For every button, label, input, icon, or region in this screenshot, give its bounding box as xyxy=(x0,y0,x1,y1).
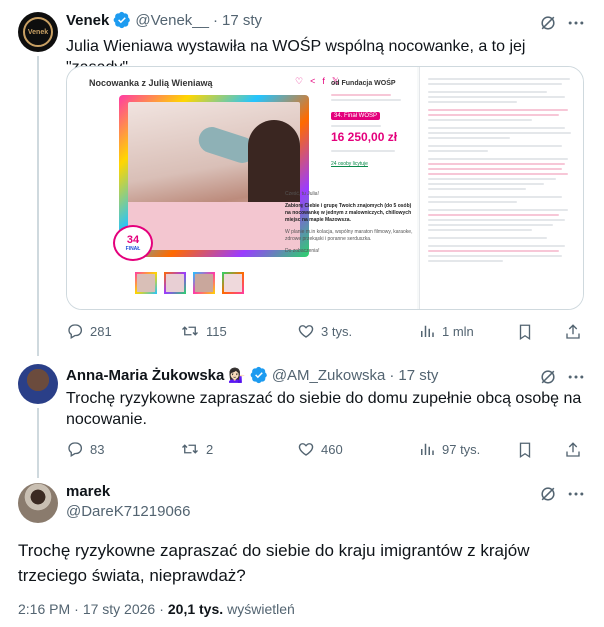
venek-logo-text: Venek xyxy=(27,28,49,36)
author-handle[interactable]: @Venek__ xyxy=(135,12,209,29)
more-options-icon[interactable] xyxy=(565,483,587,505)
photo-frame: 34 FINAŁ xyxy=(113,95,309,261)
verified-badge-icon xyxy=(114,11,131,29)
farewell: Do zobaczenia! xyxy=(285,248,320,254)
avatar-zukowska[interactable] xyxy=(18,364,58,404)
author-name[interactable]: Venek xyxy=(66,12,109,29)
reply-button[interactable]: 83 xyxy=(66,440,104,458)
thumbnail-strip xyxy=(135,272,244,294)
views-label: wyświetleń xyxy=(227,601,295,617)
author-handle[interactable]: @DareK71219066 xyxy=(66,503,190,520)
fundraiser-box: od Fundacja WOŚP 34. Finał WOŚP 16 250,0… xyxy=(331,79,413,169)
views-button[interactable]: 1 mln xyxy=(418,322,474,340)
media-card[interactable]: Nocowanka z Julią Wieniawą ♡ < f 𝕏 34 FI… xyxy=(66,66,584,310)
reply-icon xyxy=(68,442,83,457)
thread-line xyxy=(37,408,39,478)
thumbnail-2[interactable] xyxy=(164,272,186,294)
share-icon[interactable] xyxy=(562,439,584,461)
bidders-link[interactable]: 24 osoby licytuje xyxy=(331,160,413,169)
wosp-logo-number: 34 xyxy=(126,233,140,246)
auction-heading: Nocowanka z Julią Wieniawą xyxy=(89,78,213,88)
views-icon xyxy=(421,325,434,337)
wosp-sticker-logo: 34 FINAŁ xyxy=(113,225,153,261)
auction-amount: 16 250,00 zł xyxy=(331,130,398,144)
facebook-icon: f xyxy=(322,76,325,86)
grok-icon[interactable] xyxy=(537,483,559,505)
tweet-full-date[interactable]: 17 sty 2026 xyxy=(83,601,155,617)
views-button[interactable]: 97 tys. xyxy=(418,440,480,458)
share-icon: < xyxy=(310,76,316,86)
views-icon xyxy=(421,443,434,455)
more-options-icon[interactable] xyxy=(565,366,587,388)
description-bold: Zabiorę Ciebie i grupę Twoich znajomych … xyxy=(285,203,412,223)
tweet-time[interactable]: 2:16 PM xyxy=(18,601,70,617)
venek-logo: Venek xyxy=(23,17,53,47)
description-plan: W planie m.in kolacja, wspólny maraton f… xyxy=(285,229,413,242)
views-count: 1 mln xyxy=(442,323,474,339)
retweet-button[interactable]: 2 xyxy=(180,440,213,458)
like-button[interactable]: 3 tys. xyxy=(297,322,352,340)
separator: · xyxy=(213,11,218,29)
bookmark-icon[interactable] xyxy=(514,439,536,461)
views-count: 97 tys. xyxy=(442,441,481,457)
heart-icon xyxy=(298,325,314,338)
reply-button[interactable]: 281 xyxy=(66,322,112,340)
thread-line xyxy=(37,56,39,356)
auction-description: Cześć, tu Julia! Zabiorę Ciebie i grupę … xyxy=(285,191,413,255)
thumbnail-4[interactable] xyxy=(222,272,244,294)
separator: · xyxy=(159,601,164,617)
retweet-button[interactable]: 115 xyxy=(180,322,227,340)
like-count: 3 tys. xyxy=(321,323,353,339)
grok-icon[interactable] xyxy=(537,12,559,34)
wosp-logo-word: FINAŁ xyxy=(125,245,141,252)
grok-icon[interactable] xyxy=(537,366,559,388)
author-name[interactable]: marek xyxy=(66,483,190,500)
bookmark-icon[interactable] xyxy=(514,321,536,343)
rules-text-screenshot xyxy=(419,67,583,309)
reply-icon xyxy=(68,324,83,339)
greeting: Cześć, tu Julia! xyxy=(285,191,319,197)
tweet-text: Trochę ryzykowne zapraszać do siebie do … xyxy=(66,390,582,428)
like-count: 460 xyxy=(321,441,343,457)
retweet-icon xyxy=(182,444,198,454)
author-name[interactable]: Anna-Maria Żukowska xyxy=(66,367,224,384)
tweet-date[interactable]: 17 sty xyxy=(222,12,262,29)
pajama xyxy=(128,202,300,250)
reply-count: 281 xyxy=(90,323,112,339)
avatar-venek[interactable]: Venek xyxy=(18,12,58,52)
thumbnail-3[interactable] xyxy=(193,272,215,294)
retweet-count: 115 xyxy=(206,323,227,339)
author-handle[interactable]: @AM_Zukowska xyxy=(272,367,386,384)
person-tipping-hand-emoji: 💁🏻‍♀️ xyxy=(228,366,246,383)
avatar-marek[interactable] xyxy=(18,483,58,523)
more-options-icon[interactable] xyxy=(565,12,587,34)
tweet-text: Trochę ryzykowne zapraszać do siebie do … xyxy=(18,541,530,585)
auction-page-screenshot: Nocowanka z Julią Wieniawą ♡ < f 𝕏 34 FI… xyxy=(67,67,417,309)
heart-icon xyxy=(298,443,314,456)
main-photo xyxy=(128,102,300,250)
reply-count: 83 xyxy=(90,441,105,457)
thumbnail-1[interactable] xyxy=(135,272,157,294)
separator: · xyxy=(74,601,79,617)
separator: · xyxy=(389,366,395,384)
wosp-badge: 34. Finał WOŚP xyxy=(331,112,381,120)
tweet-date[interactable]: 17 sty xyxy=(398,367,438,384)
retweet-icon xyxy=(182,326,198,336)
fundraiser-label: od Fundacja WOŚP xyxy=(331,80,396,87)
verified-badge-icon xyxy=(250,366,267,384)
views-count: 20,1 tys. xyxy=(167,601,224,617)
retweet-count: 2 xyxy=(206,441,214,457)
like-button[interactable]: 460 xyxy=(297,440,343,458)
share-icon[interactable] xyxy=(562,321,584,343)
heart-icon: ♡ xyxy=(295,76,304,86)
